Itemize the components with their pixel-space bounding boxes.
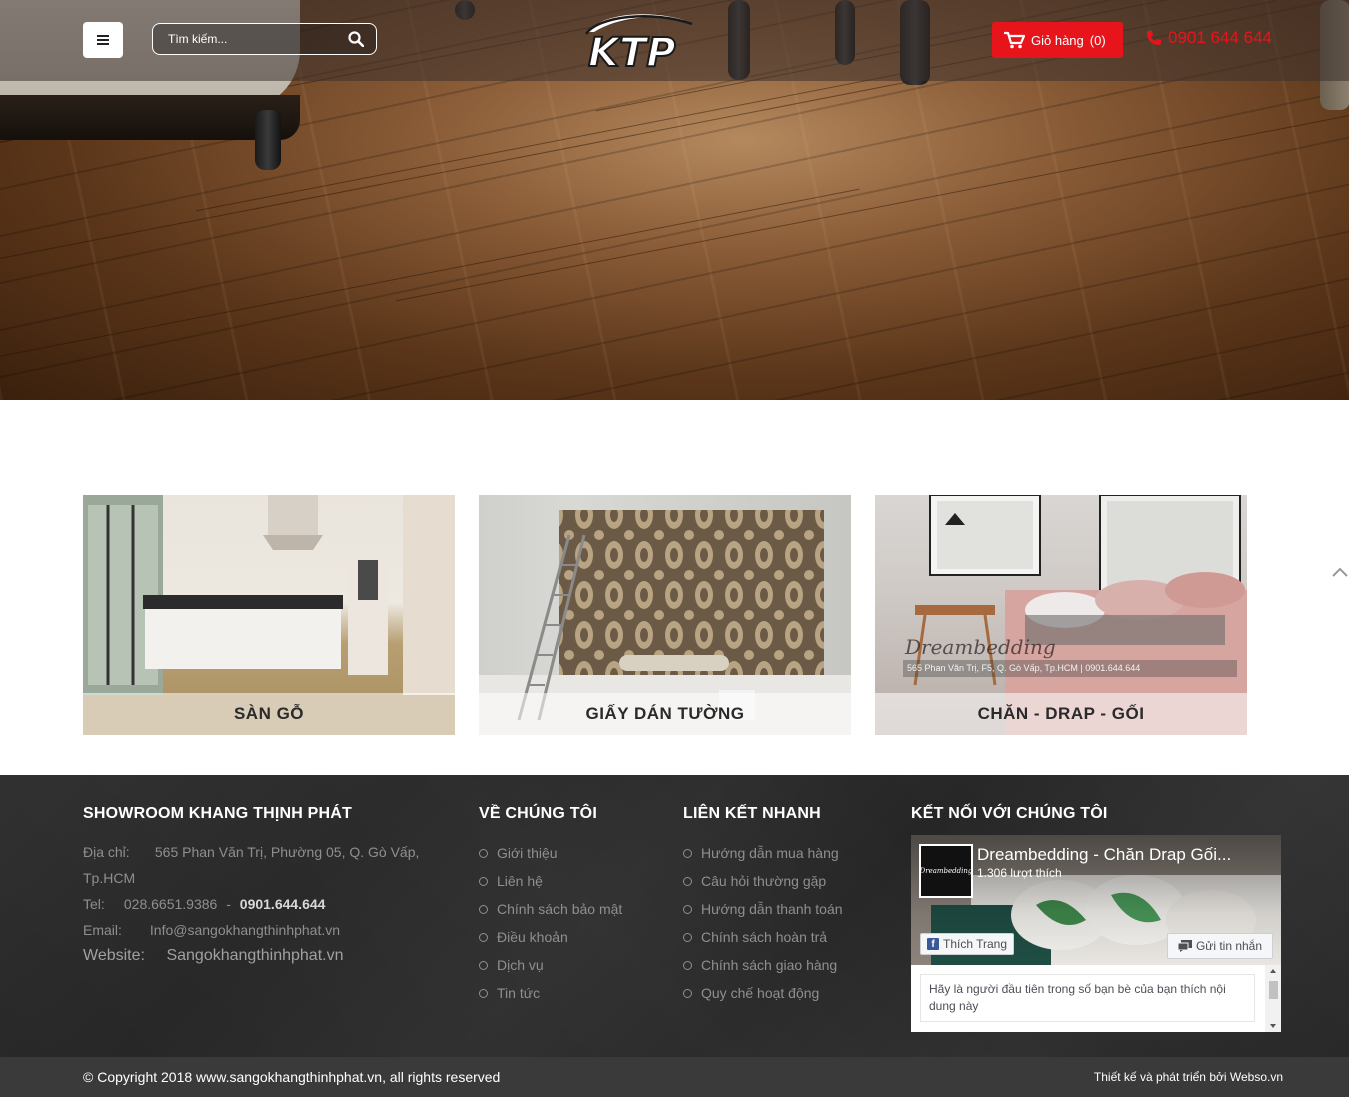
footer-heading: VỀ CHÚNG TÔI — [479, 805, 597, 822]
phone-icon — [1147, 31, 1161, 45]
designer-credit[interactable]: Thiết kế và phát triển bởi Webso.vn — [1094, 1070, 1283, 1084]
footer-showroom: SHOWROOM KHANG THỊNH PHÁT Địa chỉ: 565 P… — [83, 805, 463, 969]
circle-bullet-icon — [683, 904, 692, 914]
category-san-go[interactable]: SÀN GỖ — [83, 495, 455, 735]
facebook-icon: f — [927, 938, 939, 950]
circle-bullet-icon — [479, 932, 488, 942]
circle-bullet-icon — [479, 988, 488, 998]
menu-icon — [97, 35, 109, 45]
footer-link[interactable]: Hướng dẫn thanh toán — [683, 895, 893, 923]
facebook-feed-text: Hãy là người đầu tiên trong số bạn bè củ… — [920, 974, 1255, 1022]
footer-heading: KẾT NỐI VỚI CHÚNG TÔI — [911, 805, 1108, 822]
category-giay-dan-tuong[interactable]: GIẤY DÁN TƯỜNG — [479, 495, 851, 735]
search-bar — [152, 23, 377, 55]
circle-bullet-icon — [479, 848, 488, 858]
scroll-up-arrow-icon[interactable] — [1270, 969, 1276, 973]
category-label: SÀN GỖ — [233, 704, 305, 723]
circle-bullet-icon — [683, 932, 692, 942]
chevron-up-icon[interactable] — [1331, 563, 1349, 581]
tel-line: Tel: 028.6651.9386 - 0901.644.644 — [83, 896, 326, 912]
phone-number: 0901 644 644 — [1168, 28, 1272, 47]
footer-heading: SHOWROOM KHANG THỊNH PHÁT — [83, 805, 352, 822]
address-line: Địa chỉ: 565 Phan Văn Trị, Phường 05, Q.… — [83, 844, 420, 860]
footer-heading: LIÊN KẾT NHANH — [683, 805, 821, 822]
footer-link[interactable]: Hướng dẫn mua hàng — [683, 839, 893, 867]
cart-count: (0) — [1089, 32, 1106, 48]
watermark-brand: Dreambedding — [905, 635, 1056, 659]
website-link[interactable]: Sangokhangthinhphat.vn — [166, 947, 343, 964]
footer-link[interactable]: Chính sách bảo mật — [479, 895, 669, 923]
circle-bullet-icon — [479, 876, 488, 886]
scroll-thumb[interactable] — [1269, 981, 1278, 999]
website-line: Website: Sangokhangthinhphat.vn — [83, 947, 344, 964]
category-chan-drap-goi[interactable]: Dreambedding 565 Phan Văn Trị, F5, Q. Gò… — [875, 495, 1247, 735]
watermark-address: 565 Phan Văn Trị, F5, Q. Gò Vấp, Tp.HCM … — [903, 660, 1237, 677]
scroll-down-arrow-icon[interactable] — [1270, 1024, 1276, 1028]
facebook-page-avatar[interactable]: Dreambedding — [919, 844, 973, 898]
footer-link[interactable]: Dịch vụ — [479, 951, 669, 979]
logo[interactable]: KTP — [580, 10, 706, 70]
cart-button[interactable]: Giỏ hàng (0) — [992, 22, 1123, 58]
category-label: CHĂN - DRAP - GỐI — [977, 704, 1145, 723]
footer-about: VỀ CHÚNG TÔI Giới thiệu Liên hệ Chính sá… — [479, 805, 669, 1007]
facebook-scrollbar[interactable] — [1265, 965, 1281, 1032]
footer-link[interactable]: Tin tức — [479, 979, 669, 1007]
facebook-page-widget[interactable]: Dreambedding Dreambedding - Chăn Drap Gố… — [911, 835, 1281, 1032]
facebook-page-name[interactable]: Dreambedding - Chăn Drap Gối... — [977, 845, 1277, 865]
facebook-like-count: 1.306 lượt thích — [977, 866, 1062, 880]
category-label-band: GIẤY DÁN TƯỜNG — [479, 693, 851, 735]
circle-bullet-icon — [683, 988, 692, 998]
category-label: GIẤY DÁN TƯỜNG — [585, 704, 745, 723]
copyright-text: © Copyright 2018 www.sangokhangthinhphat… — [83, 1069, 501, 1085]
footer-link[interactable]: Quy chế hoạt động — [683, 979, 893, 1007]
facebook-like-button[interactable]: f Thích Trang — [920, 933, 1015, 955]
footer-link[interactable]: Điều khoản — [479, 923, 669, 951]
footer-link[interactable]: Câu hỏi thường gặp — [683, 867, 893, 895]
circle-bullet-icon — [479, 904, 488, 914]
cart-icon — [1004, 31, 1025, 49]
circle-bullet-icon — [683, 848, 692, 858]
bottom-bar: © Copyright 2018 www.sangokhangthinhphat… — [0, 1057, 1349, 1097]
message-icon — [1177, 940, 1192, 952]
circle-bullet-icon — [683, 876, 692, 886]
search-input[interactable] — [168, 32, 338, 46]
footer-link[interactable]: Chính sách hoàn trả — [683, 923, 893, 951]
footer-link[interactable]: Chính sách giao hàng — [683, 951, 893, 979]
facebook-message-button[interactable]: Gửi tin nhắn — [1167, 933, 1273, 959]
email-line: Email: Info@sangokhangthinhphat.vn — [83, 922, 341, 938]
mobile-number[interactable]: 0901.644.644 — [240, 896, 326, 912]
search-icon[interactable] — [348, 31, 364, 47]
address-line-2: Tp.HCM — [83, 870, 136, 886]
footer-link[interactable]: Giới thiệu — [479, 839, 669, 867]
category-label-band: SÀN GỖ — [83, 693, 455, 735]
footer-link[interactable]: Liên hệ — [479, 867, 669, 895]
svg-text:KTP: KTP — [588, 30, 676, 70]
cart-label: Giỏ hàng — [1031, 32, 1084, 48]
circle-bullet-icon — [683, 960, 692, 970]
footer-connect: KẾT NỐI VỚI CHÚNG TÔI — [911, 805, 1281, 839]
hotline[interactable]: 0901 644 644 — [1146, 28, 1272, 48]
facebook-cover-image[interactable]: Dreambedding Dreambedding - Chăn Drap Gố… — [911, 835, 1281, 965]
circle-bullet-icon — [479, 960, 488, 970]
email-link[interactable]: Info@sangokhangthinhphat.vn — [150, 922, 340, 938]
menu-button[interactable] — [83, 22, 123, 58]
footer-quicklinks: LIÊN KẾT NHANH Hướng dẫn mua hàng Câu hỏ… — [683, 805, 893, 1007]
category-label-band: CHĂN - DRAP - GỐI — [875, 693, 1247, 735]
